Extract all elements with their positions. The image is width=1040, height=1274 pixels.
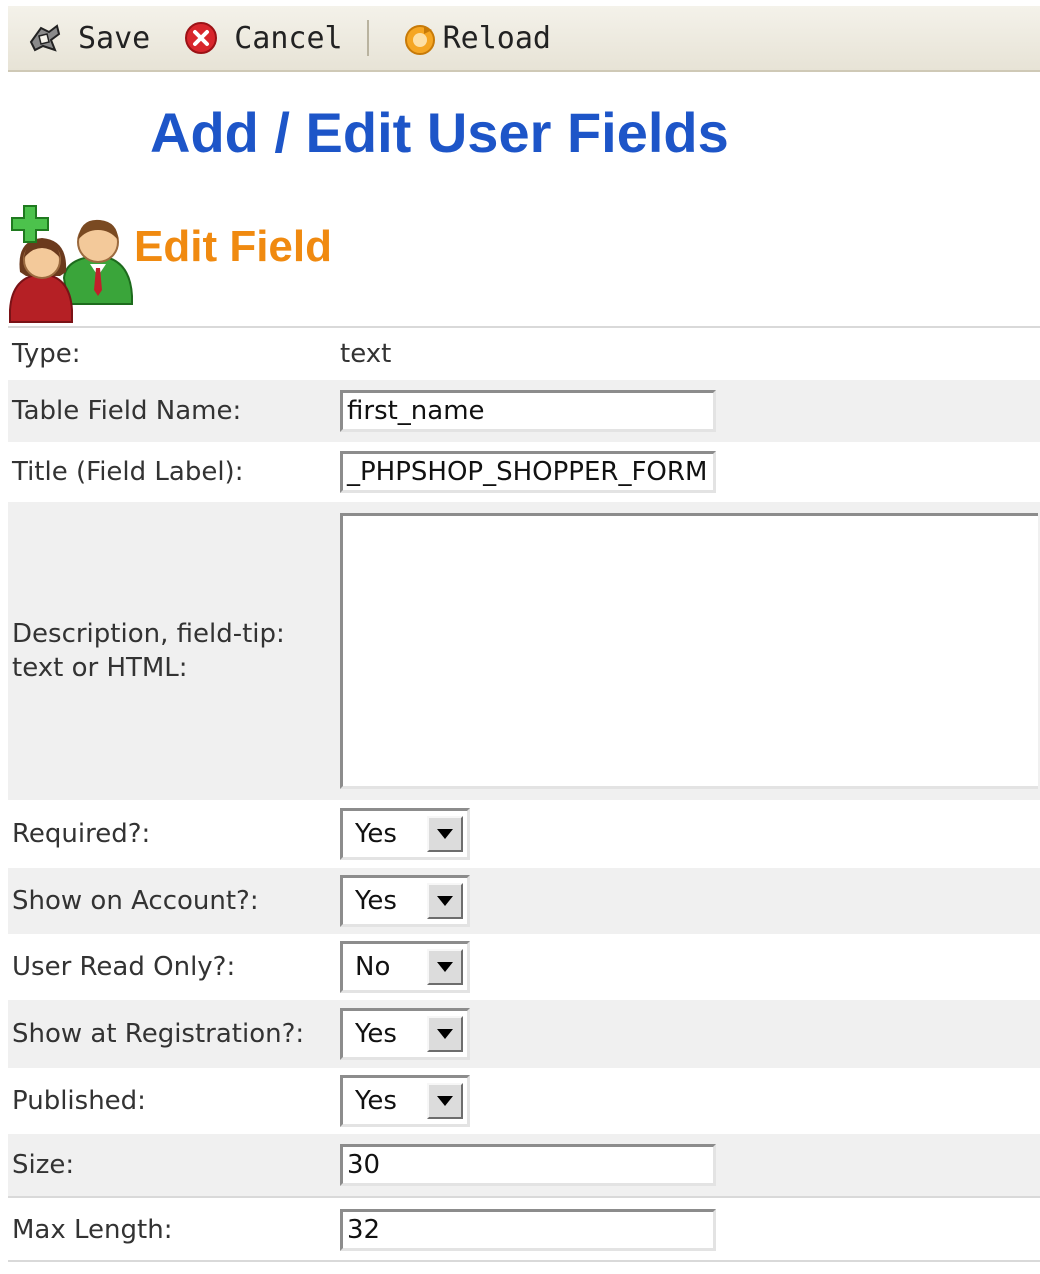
published-label: Published: [12, 1086, 146, 1116]
toolbar: Save Cancel Reload [8, 6, 1040, 72]
form-row-max-length: Max Length: 32 [8, 1196, 1040, 1262]
form-row-title: Title (Field Label): _PHPSHOP_SHOPPER_FO… [8, 442, 1040, 502]
reload-button[interactable]: Reload [383, 18, 565, 58]
max-length-input[interactable]: 32 [340, 1209, 716, 1251]
cancel-button[interactable]: Cancel [164, 18, 356, 58]
required-select[interactable]: Yes [340, 808, 470, 860]
published-cell: Yes [340, 1075, 1040, 1127]
published-select-value: Yes [355, 1086, 397, 1116]
reload-label: Reload [442, 20, 551, 56]
show-on-account-select[interactable]: Yes [340, 875, 470, 927]
user-read-only-select-value: No [355, 952, 391, 982]
reload-icon [401, 19, 439, 57]
save-label: Save [78, 20, 151, 56]
chevron-down-icon[interactable] [427, 816, 463, 852]
required-select-value: Yes [355, 819, 397, 849]
form-row-table-field-name: Table Field Name: first_name [8, 380, 1040, 442]
chevron-down-icon[interactable] [427, 1016, 463, 1052]
published-select[interactable]: Yes [340, 1075, 470, 1127]
type-label: Type: [12, 339, 81, 369]
page: Save Cancel Reload Add / Edit User Field… [0, 0, 1040, 1274]
show-at-registration-select-value: Yes [355, 1019, 397, 1049]
save-icon [26, 19, 64, 57]
size-label: Size: [12, 1150, 75, 1180]
title-label: Title (Field Label): [12, 457, 244, 487]
form-row-description: Description, field-tip: text or HTML: [8, 502, 1040, 800]
type-value: text [340, 339, 392, 369]
chevron-down-icon[interactable] [427, 883, 463, 919]
toolbar-separator [366, 20, 369, 56]
description-label-line2: text or HTML: [12, 653, 188, 683]
show-at-registration-select[interactable]: Yes [340, 1008, 470, 1060]
user-read-only-label: User Read Only?: [12, 952, 236, 982]
required-cell: Yes [340, 808, 1040, 860]
cancel-icon [182, 19, 220, 57]
table-field-name-label: Table Field Name: [12, 396, 242, 426]
size-cell: 30 [340, 1144, 1040, 1186]
form-row-required: Required?: Yes [8, 800, 1040, 868]
section-title: Edit Field [134, 222, 332, 271]
title-cell: _PHPSHOP_SHOPPER_FORM [340, 451, 1040, 493]
edit-field-form: Type: text Table Field Name: first_name … [8, 326, 1040, 1262]
chevron-down-icon[interactable] [427, 1083, 463, 1119]
show-at-registration-cell: Yes [340, 1008, 1040, 1060]
show-at-registration-label: Show at Registration?: [12, 1019, 305, 1049]
description-label: Description, field-tip: text or HTML: [8, 617, 340, 685]
required-label: Required?: [12, 819, 151, 849]
table-field-name-input[interactable]: first_name [340, 390, 716, 432]
form-row-type: Type: text [8, 328, 1040, 380]
table-field-name-cell: first_name [340, 390, 1040, 432]
show-on-account-label: Show on Account?: [12, 886, 259, 916]
form-row-published: Published: Yes [8, 1068, 1040, 1134]
user-read-only-select[interactable]: No [340, 941, 470, 993]
cancel-label: Cancel [234, 20, 343, 56]
chevron-down-icon[interactable] [427, 949, 463, 985]
form-row-size: Size: 30 [8, 1134, 1040, 1196]
form-row-show-at-registration: Show at Registration?: Yes [8, 1000, 1040, 1068]
bottom-divider [8, 1260, 1040, 1262]
max-length-label: Max Length: [12, 1215, 173, 1245]
show-on-account-cell: Yes [340, 875, 1040, 927]
description-cell [340, 513, 1040, 789]
size-input[interactable]: 30 [340, 1144, 716, 1186]
show-on-account-select-value: Yes [355, 886, 397, 916]
users-add-icon [6, 200, 136, 326]
description-label-line1: Description, field-tip: [12, 619, 285, 649]
form-row-show-on-account: Show on Account?: Yes [8, 868, 1040, 934]
user-read-only-cell: No [340, 941, 1040, 993]
page-title: Add / Edit User Fields [150, 101, 729, 164]
save-button[interactable]: Save [8, 18, 164, 58]
description-textarea[interactable] [340, 513, 1038, 789]
form-row-user-read-only: User Read Only?: No [8, 934, 1040, 1000]
title-input[interactable]: _PHPSHOP_SHOPPER_FORM [340, 451, 716, 493]
max-length-cell: 32 [340, 1209, 1040, 1251]
